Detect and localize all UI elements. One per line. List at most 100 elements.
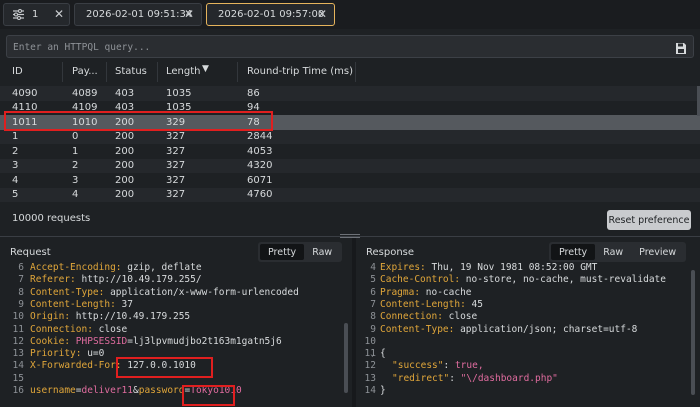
request-raw-button[interactable]: Raw [304,244,340,260]
line-number: 11 [12,323,24,335]
tab-history-1[interactable]: 2026-02-01 09:51:34 ✕ [74,3,202,26]
cell-payload: 2 [72,160,79,171]
tab-replay-1[interactable]: 1 ✕ [3,3,70,26]
column-header-rtt[interactable]: Round-trip Time (ms) [247,66,353,77]
column-divider[interactable] [62,62,63,82]
response-raw-button[interactable]: Raw [595,244,631,260]
request-pretty-button[interactable]: Pretty [260,244,305,260]
cell-rtt: 86 [247,87,260,99]
tab-label: 2026-02-01 09:57:00 [218,9,325,20]
param-value: deliver11 [81,385,133,396]
cell-payload: 4 [72,189,79,200]
header-key: Accept-Encoding: [30,262,122,273]
cell-length: 327 [166,145,186,157]
cell-rtt: 6071 [247,174,273,186]
highlight-box-password [182,385,235,406]
table-row[interactable]: 1 0 200 327 2844 [0,129,700,144]
code-line: Content-Type: application/x-www-form-url… [30,287,299,299]
json-brace: { [380,348,386,360]
cell-payload: 3 [72,174,79,186]
json-value: true, [454,360,484,372]
cell-payload: 0 [72,131,79,142]
line-number: 14 [12,360,24,372]
response-editor[interactable]: 4 Expires: Thu, 19 Nov 1981 08:52:00 GMT… [356,262,700,402]
line-number: 8 [370,311,376,323]
table-row[interactable]: 4 3 200 327 6071 [0,173,700,188]
header-key: Expires: [380,262,426,273]
save-icon[interactable] [675,40,687,54]
reset-preference-button[interactable]: Reset preference [607,210,691,230]
cell-length: 327 [166,174,186,186]
table-row[interactable]: 4090 4089 403 1035 86 [0,86,700,101]
column-divider[interactable] [237,62,238,82]
tab-label: 2026-02-01 09:51:34 [86,9,193,20]
response-title: Response [366,247,415,258]
line-number: 6 [18,262,24,273]
header-key: Origin: [30,311,71,323]
line-number: 7 [370,298,376,310]
column-divider[interactable] [106,62,107,82]
code-line: Connection: close [380,311,477,323]
cell-rtt: 2844 [247,131,273,142]
line-number: 5 [370,274,376,286]
close-icon[interactable]: ✕ [317,7,327,21]
cell-status: 200 [115,131,135,142]
code-line: Origin: http://10.49.179.255 [30,311,190,323]
header-key: X-Forwarded-For: [30,360,122,372]
cell-payload: 4089 [72,87,98,99]
table-row[interactable]: 3 2 200 327 4320 [0,158,700,173]
fold-chevron-icon[interactable]: ⌄ [370,348,375,360]
header-value: u=0 [81,348,105,360]
code-line: Priority: u=0 [30,348,104,360]
close-icon[interactable]: ✕ [54,7,64,21]
header-value: 37 [115,298,133,310]
header-key: Cache-Control: [380,274,461,286]
header-value: 45 [465,298,483,310]
code-line: Connection: close [30,324,127,336]
results-table-body: 4090 4089 403 1035 86 4110 4109 403 1035 94 1011… [0,86,700,206]
header-value: gzip, deflate [121,262,202,273]
column-divider[interactable] [157,62,158,82]
column-header-status[interactable]: Status [115,66,147,77]
header-key: Pragma: [380,286,421,298]
header-value: http://10.49.179.255 [70,311,191,323]
table-row[interactable]: 2 1 200 327 4053 [0,144,700,159]
cell-status: 200 [115,160,135,171]
sliders-icon [13,9,24,23]
request-editor[interactable]: 6 Accept-Encoding: gzip, deflate 7 Refer… [0,262,352,402]
line-number: 4 [370,262,376,273]
response-preview-button[interactable]: Preview [631,244,684,260]
response-pane: Response Pretty Raw Preview 4 Expires: T… [356,238,700,407]
column-divider[interactable] [355,62,356,82]
cell-id: 2 [12,145,19,157]
header-key: Connection: [380,311,443,323]
request-scrollbar[interactable] [344,323,348,393]
json-line: "success": true, [392,360,484,372]
httpql-query-input[interactable] [13,40,653,54]
header-key: Cookie: [30,335,71,347]
column-header-length[interactable]: Length [166,66,201,77]
cookie-name: PHPSESSID [75,335,128,347]
header-value: http://10.49.179.255/ [75,274,202,286]
header-key: Connection: [30,323,93,335]
column-header-id[interactable]: ID [12,66,23,77]
json-key: "redirect" [392,372,450,384]
cell-id: 5 [12,189,19,200]
response-view-toggle: Pretty Raw Preview [549,242,687,262]
response-scrollbar[interactable] [691,270,695,395]
cell-status: 200 [115,174,135,186]
header-key: Content-Length: [30,298,116,310]
column-header-payload[interactable]: Pay... [72,66,98,77]
cell-id: 4090 [12,87,38,99]
cell-payload: 1 [72,145,79,157]
line-number: 14 [364,385,376,396]
line-number: 16 [12,385,24,396]
table-row[interactable]: 5 4 200 327 4760 [0,187,700,202]
tab-history-2[interactable]: 2026-02-01 09:57:00 ✕ [206,3,335,26]
code-line: Cookie: PHPSESSID=lj3lpvmudjbo2t163m1gat… [30,336,282,348]
cell-length: 327 [166,160,186,171]
close-icon[interactable]: ✕ [184,7,194,21]
json-key: "success" [392,360,444,372]
sort-desc-icon[interactable]: ▼ [202,64,209,74]
response-pretty-button[interactable]: Pretty [551,244,596,260]
